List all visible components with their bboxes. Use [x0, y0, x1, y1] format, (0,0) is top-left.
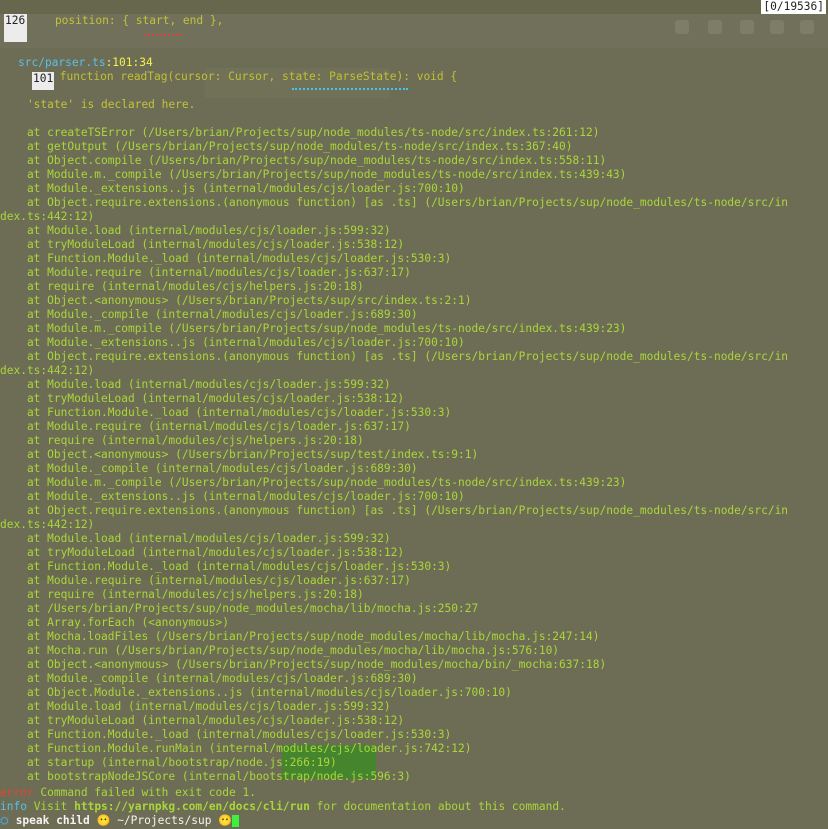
info-tag: info: [0, 800, 27, 813]
stack-trace-line: at Object.<anonymous> (/Users/brian/Proj…: [0, 658, 607, 671]
stack-trace-line: dex.ts:442:12): [0, 364, 95, 377]
terminal-window[interactable]: [0/19536] 126 position: { start, end }, …: [0, 0, 828, 829]
stack-trace-line: at getOutput (/Users/brian/Projects/sup/…: [0, 140, 573, 153]
source-line: position: { start, end },: [28, 14, 224, 27]
stack-trace-line: at Array.forEach (<anonymous>): [0, 616, 230, 629]
file-path: src/parser.ts: [18, 56, 106, 69]
face-emoji-icon: 😶: [96, 814, 111, 827]
error-squiggle: [144, 31, 182, 36]
stack-trace-line: at Module.load (internal/modules/cjs/loa…: [0, 224, 391, 237]
stack-trace-line: at Function.Module.runMain (internal/mod…: [0, 742, 472, 755]
stack-trace-line: at require (internal/modules/cjs/helpers…: [0, 588, 364, 601]
stack-trace-line: at Module._compile (internal/modules/cjs…: [0, 462, 418, 475]
stack-trace-line: at bootstrapNodeJSCore (internal/bootstr…: [0, 770, 411, 783]
info-text-post: for documentation about this command.: [309, 800, 566, 813]
stack-trace-line: at Module.load (internal/modules/cjs/loa…: [0, 700, 391, 713]
stack-trace-line: at Module.m._compile (/Users/brian/Proje…: [0, 476, 627, 489]
stack-trace-line: at Object.require.extensions.(anonymous …: [0, 196, 789, 209]
stack-trace-line: at Function.Module._load (internal/modul…: [0, 406, 452, 419]
line-number-gutter: 126: [4, 14, 27, 42]
stack-trace-line: at Module._compile (internal/modules/cjs…: [0, 308, 418, 321]
docs-link[interactable]: https://yarnpkg.com/en/docs/cli/run: [74, 800, 310, 813]
stack-trace-line: at tryModuleLoad (internal/modules/cjs/l…: [0, 714, 405, 727]
info-text-pre: Visit: [26, 800, 75, 813]
prompt-user: speak child: [8, 814, 97, 827]
stack-trace-line: at Module.load (internal/modules/cjs/loa…: [0, 378, 391, 391]
stack-trace-line: at Mocha.run (/Users/brian/Projects/sup/…: [0, 644, 560, 657]
declaration-note: 'state' is declared here.: [0, 98, 196, 111]
stack-trace-line: at Module._extensions..js (internal/modu…: [0, 490, 465, 503]
stack-trace-line: at createTSError (/Users/brian/Projects/…: [0, 126, 600, 139]
face-emoji-icon: 😶: [218, 814, 233, 827]
stack-trace-line: at require (internal/modules/cjs/helpers…: [0, 434, 364, 447]
source-line: function readTag(cursor: Cursor, state: …: [53, 70, 458, 83]
stack-trace-line: at Object.require.extensions.(anonymous …: [0, 350, 789, 363]
stack-trace-line: at tryModuleLoad (internal/modules/cjs/l…: [0, 238, 405, 251]
line-number: 126: [5, 14, 26, 27]
info-line: info Visit https://yarnpkg.com/en/docs/c…: [0, 800, 828, 814]
stack-trace-line: at tryModuleLoad (internal/modules/cjs/l…: [0, 546, 405, 559]
declaration-squiggle: [292, 85, 408, 90]
error-line: error Command failed with exit code 1.: [0, 786, 828, 800]
stack-trace-line: at tryModuleLoad (internal/modules/cjs/l…: [0, 392, 405, 405]
file-position: :101:34: [105, 56, 153, 69]
stack-trace-line: at Module.load (internal/modules/cjs/loa…: [0, 532, 391, 545]
stack-trace-line: at /Users/brian/Projects/sup/node_module…: [0, 602, 479, 615]
stack-trace-line: dex.ts:442:12): [0, 210, 95, 223]
terminal-prompt-icon: ⛭: [0, 814, 9, 827]
stack-trace-line: at Module.require (internal/modules/cjs/…: [0, 420, 411, 433]
error-location: src/parser.ts:101:34: [18, 56, 818, 70]
stack-trace-line: at require (internal/modules/cjs/helpers…: [0, 280, 364, 293]
stack-trace-line: at Object.Module._extensions..js (intern…: [0, 686, 512, 699]
text-cursor[interactable]: [232, 815, 240, 827]
scrollback-counter: [0/19536]: [761, 0, 826, 14]
error-message: Command failed with exit code 1.: [33, 786, 256, 799]
stack-trace-line: at Object.compile (/Users/brian/Projects…: [0, 154, 607, 167]
stack-trace-line: at Module.require (internal/modules/cjs/…: [0, 574, 411, 587]
stack-trace-line: at Module._compile (internal/modules/cjs…: [0, 672, 418, 685]
stack-trace-line: at Function.Module._load (internal/modul…: [0, 252, 452, 265]
stack-trace-line: at Object.<anonymous> (/Users/brian/Proj…: [0, 294, 472, 307]
line-number: 101: [33, 72, 54, 85]
stack-trace-line: at Module.m._compile (/Users/brian/Proje…: [0, 322, 627, 335]
stack-trace-line: at Function.Module._load (internal/modul…: [0, 560, 452, 573]
error-tag: error: [0, 786, 34, 799]
stack-trace-line: at Object.require.extensions.(anonymous …: [0, 504, 789, 517]
stack-trace-line: at Module.require (internal/modules/cjs/…: [0, 266, 411, 279]
stack-trace-line: dex.ts:442:12): [0, 518, 95, 531]
stack-trace-line: at Mocha.loadFiles (/Users/brian/Project…: [0, 630, 600, 643]
stack-trace-line: at startup (internal/bootstrap/node.js:2…: [0, 756, 337, 769]
shell-prompt[interactable]: ⛭ speak child 😶 ~/Projects/sup 😶: [0, 814, 828, 829]
stack-trace-line: at Module.m._compile (/Users/brian/Proje…: [0, 168, 627, 181]
prompt-path: ~/Projects/sup: [110, 814, 219, 827]
stack-trace-line: at Module._extensions..js (internal/modu…: [0, 336, 465, 349]
stack-trace-line: at Function.Module._load (internal/modul…: [0, 728, 452, 741]
stack-trace-line: at Module._extensions..js (internal/modu…: [0, 182, 465, 195]
stack-trace-line: at Object.<anonymous> (/Users/brian/Proj…: [0, 448, 479, 461]
line-number-gutter: 101: [32, 72, 54, 90]
